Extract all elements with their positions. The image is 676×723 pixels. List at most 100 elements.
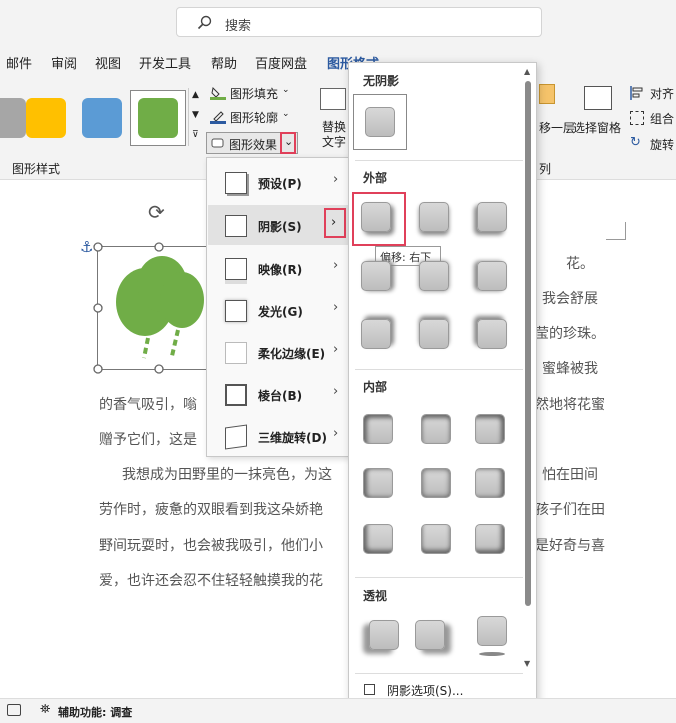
shadow-gallery: 无阴影 外部 偏移: 右下 内部 透视 阴影选项(S)... ⋯ ▲ ▼ [348,62,537,716]
chevron-right-icon: › [333,342,339,357]
menu-item-soft-edges[interactable]: 柔化边缘(E) › [208,332,349,372]
tab-view[interactable]: 视图 [95,53,121,72]
shadow-perspective-upper-right[interactable] [415,620,445,650]
glow-icon [225,300,247,322]
chevron-right-icon: › [331,215,337,230]
page-corner-mark [606,222,626,240]
scroll-up-icon[interactable]: ▲ [524,67,530,76]
doc-text-line: 野间玩耍时，也会被我吸引，他们小 [99,538,323,554]
fill-dropdown-icon[interactable]: ⌄ [282,85,290,95]
tab-baidu-netdisk[interactable]: 百度网盘 [255,53,307,72]
section-inner: 内部 [363,380,388,394]
shape-effects-label: 图形效果 [229,138,278,152]
status-bar: ⛯ 辅助功能: 调查 [0,698,676,723]
shadow-outer-offset-center[interactable] [419,261,449,291]
chevron-right-icon: › [333,258,339,273]
bevel-icon [225,384,247,406]
rotate-icon: ↻ [630,135,641,150]
shadow-outer-offset-right[interactable] [361,261,391,291]
outline-icon [210,110,226,124]
alt-text-label-2[interactable]: 文字 [322,133,346,150]
anchor-icon: ⚓ [80,238,94,256]
menu-item-3d-rotation[interactable]: 三维旋转(D) › [208,416,349,456]
gallery-scroll-arrows[interactable]: ▲ ▼ ⊽ [188,88,202,146]
section-no-shadow: 无阴影 [363,74,400,88]
doc-stats-icon[interactable] [7,704,21,716]
tab-help[interactable]: 帮助 [211,53,237,72]
menu-item-reflection[interactable]: 映像(R) › [208,248,349,288]
align-button[interactable]: 对齐 [650,85,674,102]
shadow-inner-bottom[interactable] [421,524,451,554]
tab-review[interactable]: 审阅 [51,53,77,72]
shadow-inner-right[interactable] [475,468,505,498]
shape-outline-button[interactable]: 图形轮廓 [230,109,278,126]
shadow-outer-offset-top[interactable] [419,319,449,349]
doc-text-line: 花。 [566,256,594,272]
chevron-down-icon: ⌄ [284,135,294,148]
doc-text-line: 孩子们在田 [535,502,605,518]
group-button[interactable]: 组合 [650,110,674,127]
shadow-outer-offset-left[interactable] [477,261,507,291]
shadow-inner-center[interactable] [421,468,451,498]
ribbon-tabs: 邮件 审阅 视图 开发工具 帮助 百度网盘 图形格式 [0,44,676,76]
reflection-icon [225,258,247,280]
effects-icon [211,137,225,149]
bring-forward-button[interactable]: 移一层 [539,119,575,136]
shadow-inner-top-right[interactable] [475,414,505,444]
menu-item-label: 预设(P) [258,177,302,191]
shadow-inner-left[interactable] [363,468,393,498]
shadow-perspective-upper-left[interactable] [369,620,399,650]
shadow-preview-tile [365,107,395,137]
group-label-arrange: 列 [539,162,552,176]
shadow-inner-top[interactable] [421,414,451,444]
divider [355,369,523,370]
effects-dropdown-highlight[interactable]: ⌄ [280,132,296,154]
scrollbar-thumb[interactable] [525,81,531,606]
menu-item-label: 阴影(S) [258,220,302,234]
rotate-button[interactable]: 旋转 [650,136,674,153]
shadow-outer-offset-top-left[interactable] [477,319,507,349]
doc-text-line: 赠予它们，这是 [99,432,197,448]
balloons-icon[interactable] [112,254,208,362]
tab-developer[interactable]: 开发工具 [139,53,191,72]
shadow-inner-bottom-left[interactable] [363,524,393,554]
menu-item-glow[interactable]: 发光(G) › [208,290,349,330]
shadow-outer-offset-bottom-left[interactable] [477,202,507,232]
menu-item-label: 三维旋转(D) [258,431,327,445]
shadow-inner-bottom-right[interactable] [475,524,505,554]
shadow-outer-offset-top-right[interactable] [361,319,391,349]
preset-icon [225,172,247,194]
fill-icon [210,86,226,100]
accessibility-status[interactable]: 辅助功能: 调查 [58,704,132,720]
search-box[interactable]: 搜索 [176,7,542,37]
shape-fill-button[interactable]: 图形填充 [230,85,278,102]
section-outer: 外部 [363,171,388,185]
doc-text-line: 然地将花蜜 [535,397,605,413]
scroll-down-icon[interactable]: ▼ [524,659,530,668]
tab-mailings[interactable]: 邮件 [6,53,32,72]
gallery-scrollbar[interactable]: ▲ ▼ [523,67,533,671]
shadow-inner-top-left[interactable] [363,414,393,444]
shadow-options-item[interactable]: 阴影选项(S)... [355,681,523,699]
menu-item-label: 映像(R) [258,263,303,277]
selected-shadow-highlight [352,192,406,246]
style-swatch-yellow[interactable] [26,98,66,138]
group-label-styles: 图形样式 [12,162,61,176]
outline-dropdown-icon[interactable]: ⌄ [282,109,290,119]
selection-pane-button[interactable]: 选择窗格 [573,119,621,136]
selection-pane-icon [584,86,612,110]
shadow-perspective-below[interactable] [477,616,507,646]
style-swatch-green[interactable] [138,98,178,138]
style-swatch-blue[interactable] [82,98,122,138]
shadow-outer-offset-bottom[interactable] [419,202,449,232]
menu-item-bevel[interactable]: 棱台(B) › [208,374,349,414]
style-swatch-gray[interactable] [0,98,26,138]
doc-text-line: 是好奇与喜 [535,538,605,554]
accessibility-icon: ⛯ [40,702,51,717]
rotate-handle-icon[interactable]: ⟳ [148,200,165,224]
divider [355,577,523,578]
menu-item-shadow[interactable]: 阴影(S) › [208,205,349,245]
shape-effects-menu: 预设(P) › 阴影(S) › 映像(R) › 发光(G) › 柔化边缘(E) … [206,157,350,457]
menu-item-preset[interactable]: 预设(P) › [208,162,349,202]
no-shadow-option[interactable] [353,94,407,150]
